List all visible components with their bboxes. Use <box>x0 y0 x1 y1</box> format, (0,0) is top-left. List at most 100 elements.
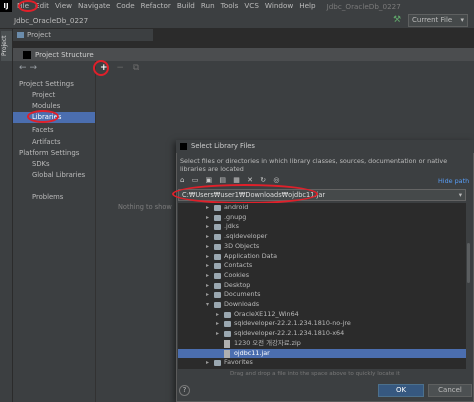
show-hidden-icon[interactable]: ◎ <box>273 176 279 184</box>
tree-row[interactable]: ▸ 3D Objects <box>178 242 466 252</box>
menu-tools[interactable]: Tools <box>218 0 242 12</box>
tree-row[interactable]: ▸ android <box>178 203 466 213</box>
project-tool-tab[interactable]: Project <box>1 31 12 61</box>
menu-navigate[interactable]: Navigate <box>75 0 113 12</box>
chevron-down-icon[interactable]: ▾ <box>206 300 209 310</box>
tree-row[interactable]: 1230 오전 개강자료.zip <box>178 339 466 349</box>
tree-row[interactable]: ▸ Documents <box>178 290 466 300</box>
project-icon[interactable]: ▣ <box>206 176 213 184</box>
chevron-right-icon[interactable]: ▸ <box>206 261 209 271</box>
nav-item-global-libraries[interactable]: Global Libraries <box>13 170 95 181</box>
project-structure-title: Project Structure <box>35 50 94 59</box>
chevron-right-icon[interactable]: ▸ <box>216 310 219 320</box>
remove-library-button[interactable]: − <box>116 63 124 73</box>
chevron-right-icon[interactable]: ▸ <box>216 329 219 339</box>
chevron-right-icon[interactable]: ▸ <box>206 358 209 368</box>
tree-row[interactable]: ▸ sqldeveloper-22.2.1.234.1810-x64 <box>178 329 466 339</box>
tree-row[interactable]: ▾ Downloads <box>178 300 466 310</box>
project-panel-title[interactable]: Project <box>27 31 51 39</box>
tree-row[interactable]: ▸ .gnupg <box>178 213 466 223</box>
chevron-right-icon[interactable]: ▸ <box>206 281 209 291</box>
tree-scrollbar[interactable] <box>466 203 471 369</box>
chevron-right-icon[interactable]: ▸ <box>206 232 209 242</box>
tree-row[interactable]: ▸ Favorites <box>178 358 466 368</box>
new-folder-icon[interactable]: ▤ <box>219 176 226 184</box>
chevron-right-icon[interactable]: ▸ <box>206 252 209 262</box>
tree-row[interactable]: ojdbc11.jar <box>178 348 466 359</box>
menu-help[interactable]: Help <box>296 0 318 12</box>
menu-vcs[interactable]: VCS <box>241 0 262 12</box>
tree-row-label: ojdbc11.jar <box>234 348 270 357</box>
ok-button[interactable]: OK <box>378 384 424 397</box>
project-panel-header: Project <box>13 29 153 41</box>
nav-item-sdks[interactable]: SDKs <box>13 159 95 170</box>
chevron-right-icon[interactable]: ▸ <box>216 319 219 329</box>
chevron-right-icon[interactable]: ▸ <box>206 203 209 213</box>
delete-icon[interactable]: ✕ <box>247 176 253 184</box>
copy-library-button[interactable]: ⧉ <box>133 63 139 73</box>
tree-row[interactable]: ▸ Desktop <box>178 281 466 291</box>
cancel-button[interactable]: Cancel <box>428 384 472 397</box>
hide-path-link[interactable]: Hide path <box>438 177 469 185</box>
folder-icon <box>214 272 221 279</box>
tree-row-label: sqldeveloper-22.2.1.234.1810-no-jre <box>234 319 351 328</box>
home-icon[interactable]: ⌂ <box>180 176 184 184</box>
tree-row[interactable]: ▸ Contacts <box>178 261 466 271</box>
chevron-right-icon[interactable]: ▸ <box>206 213 209 223</box>
menu-window[interactable]: Window <box>262 0 296 12</box>
tree-row[interactable]: ▸ Cookies <box>178 271 466 281</box>
nav-item-project[interactable]: Project <box>13 90 95 101</box>
tree-row-label: Contacts <box>224 261 253 270</box>
drag-drop-hint: Drag and drop a file into the space abov… <box>230 371 400 377</box>
menu-view[interactable]: View <box>52 0 75 12</box>
project-structure-titlebar: Project Structure <box>13 48 474 61</box>
nav-back-forward[interactable]: ←→ <box>19 63 40 73</box>
scrollbar-thumb[interactable] <box>467 243 470 283</box>
chevron-right-icon[interactable]: ▸ <box>206 222 209 232</box>
tree-row[interactable]: ▸ Application Data <box>178 252 466 262</box>
tree-row-label: .jdks <box>224 222 239 231</box>
tree-row[interactable]: ▸ .jdks <box>178 222 466 232</box>
libraries-list-panel: + − ⧉ Nothing to show <box>95 61 175 402</box>
folder-icon <box>214 282 221 289</box>
select-library-files-title: Select Library Files <box>191 142 255 150</box>
menu-refactor[interactable]: Refactor <box>138 0 174 12</box>
menu-run[interactable]: Run <box>198 0 218 12</box>
menu-code[interactable]: Code <box>113 0 137 12</box>
chevron-down-icon[interactable]: ▾ <box>459 190 462 200</box>
chevron-right-icon[interactable]: ▸ <box>206 290 209 300</box>
help-button[interactable]: ? <box>179 385 190 396</box>
red-annotation-libraries <box>27 110 59 123</box>
folder-icon <box>224 331 231 338</box>
chevron-down-icon: ▾ <box>460 16 464 24</box>
folder-icon <box>214 205 221 211</box>
nav-item-facets[interactable]: Facets <box>13 125 95 136</box>
tree-row[interactable]: ▸ sqldeveloper-22.2.1.234.1810-no-jre <box>178 319 466 329</box>
folder-icon <box>214 302 221 308</box>
section-platform-settings: Platform Settings <box>19 149 80 157</box>
refresh-icon[interactable]: ↻ <box>260 176 266 184</box>
chevron-right-icon[interactable]: ▸ <box>206 242 209 252</box>
breadcrumb-project[interactable]: Jdbc_OracleDb_0227 <box>14 16 88 25</box>
folder-icon <box>214 292 221 299</box>
nav-item-artifacts[interactable]: Artifacts <box>13 137 95 148</box>
tree-row-label: 1230 오전 개강자료.zip <box>234 338 301 347</box>
chevron-right-icon[interactable]: ▸ <box>206 271 209 281</box>
tree-row-label: Application Data <box>224 251 277 260</box>
tree-row-label: Downloads <box>224 300 260 308</box>
module-icon[interactable]: ▦ <box>233 176 240 184</box>
menu-build[interactable]: Build <box>174 0 198 12</box>
project-folder-icon <box>17 32 24 38</box>
tree-row-label: Documents <box>224 290 261 299</box>
build-hammer-icon[interactable]: ⚒ <box>393 15 403 25</box>
nav-item-problems[interactable]: Problems <box>13 192 95 203</box>
tree-row[interactable]: ▸ .sqldeveloper <box>178 232 466 242</box>
run-config-select[interactable]: Current File ▾ <box>408 14 468 27</box>
tree-row[interactable]: ▸ OracleXE112_Win64 <box>178 310 466 320</box>
desktop-icon[interactable]: ▭ <box>192 176 199 184</box>
nav-item-modules[interactable]: Modules <box>13 101 95 112</box>
folder-icon <box>214 214 221 221</box>
folder-icon <box>214 253 221 260</box>
red-annotation-file <box>18 0 38 12</box>
folder-icon <box>214 263 221 270</box>
